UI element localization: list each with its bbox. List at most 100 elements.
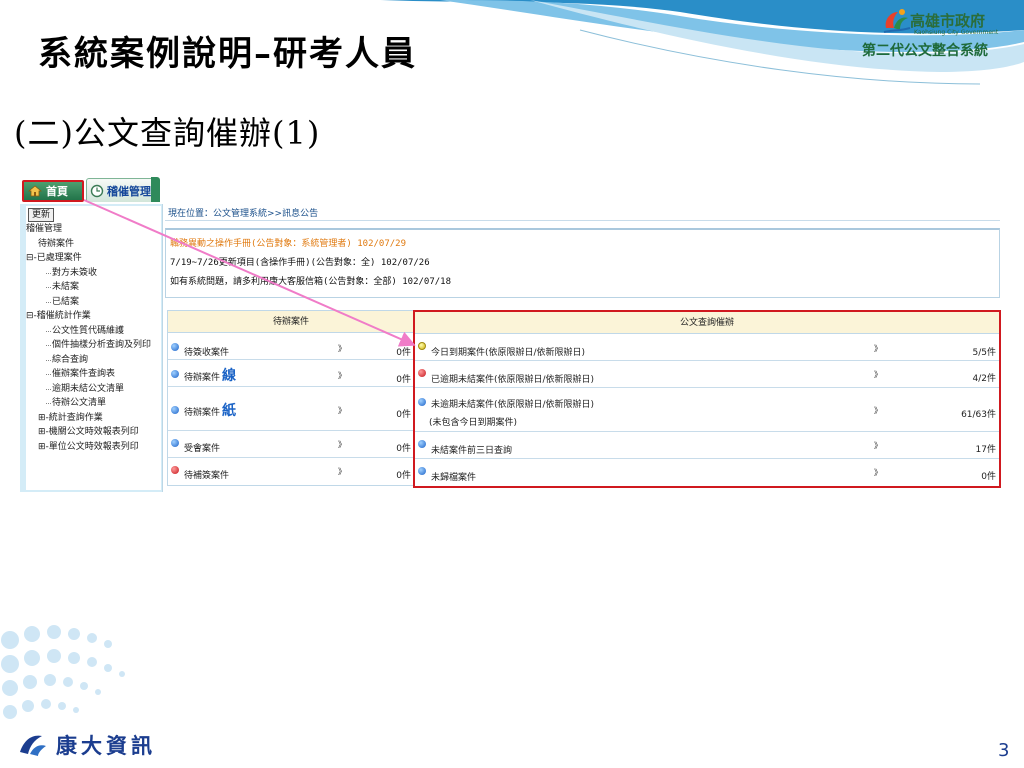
pending-row-arrow[interactable]: 》 (338, 343, 346, 354)
status-dot-icon (418, 369, 426, 377)
pending-row[interactable]: 待簽收案件 》 0件 (168, 333, 414, 360)
slide-subtitle: (二)公文查詢催辦(1) (14, 114, 321, 152)
home-icon (28, 185, 42, 197)
breadcrumb: 現在位置：公文管理系統>>訊息公告 (168, 209, 319, 219)
pending-row-count: 0件 (396, 471, 411, 481)
kaohsiung-emblem-icon (883, 9, 911, 33)
tab-dispatch-management[interactable]: 稽催管理 (86, 178, 160, 202)
urge-row-note: (未包含今日到期案件) (429, 418, 518, 428)
announcement-item[interactable]: 7/19~7/26更新項目(含操作手冊)(公告對象：全) 102/07/26 (170, 255, 430, 268)
urge-row-count: 61/63件 (961, 410, 996, 420)
page-number: 3 (998, 740, 1010, 761)
pending-row-label-text: 待辦案件 (184, 373, 221, 383)
tab-home[interactable]: 首頁 (22, 180, 84, 202)
urge-row[interactable]: 已逾期未結案件(依原限辦日/依新限辦日) 》 4/2件 (415, 361, 999, 388)
sidebar-item-urge-query[interactable]: 催辦案件查詢表 (26, 367, 161, 382)
pending-row[interactable]: 待補簽案件 》 0件 (168, 458, 414, 485)
pending-row-count: 0件 (396, 410, 411, 420)
urge-row-arrow[interactable]: 》 (874, 405, 882, 416)
sidebar-item-pending-list[interactable]: 待辦公文清單 (26, 396, 161, 411)
government-name: 高雄市政府 (910, 12, 986, 30)
sidebar-item-processed-cases[interactable]: ⊟-已處理案件 (26, 251, 161, 266)
urge-row[interactable]: 未逾期未結案件(依原限辦日/依新限辦日) (未包含今日到期案件) 》 61/63… (415, 388, 999, 432)
urge-row-arrow[interactable]: 》 (874, 343, 882, 354)
announcement-item[interactable]: 職務異動之操作手冊(公告對象：系統管理者) 102/07/29 (170, 236, 406, 249)
pending-row[interactable]: 待辦案件線 》 0件 (168, 360, 414, 387)
pending-row-count: 0件 (396, 375, 411, 385)
announcement-item[interactable]: 如有系統問題，請多利用康大客服信箱(公告對象：全部) 102/07/18 (170, 274, 451, 287)
pending-row-arrow[interactable]: 》 (338, 370, 346, 381)
sidebar-item-general-query[interactable]: 綜合查詢 (26, 353, 161, 368)
urge-row-count: 0件 (981, 472, 996, 482)
breadcrumb-divider (165, 220, 1000, 221)
tab-edge (151, 177, 160, 202)
company-emblem-icon (20, 735, 46, 756)
pending-row[interactable]: 待辦案件紙 》 0件 (168, 387, 414, 431)
sidebar-item-closed[interactable]: 已結案 (26, 295, 161, 310)
status-dot-icon (418, 440, 426, 448)
pending-row-type: 線 (222, 368, 237, 384)
pending-row-arrow[interactable]: 》 (338, 466, 346, 477)
sidebar-item-agency-report[interactable]: ⊞-機關公文時效報表列印 (26, 425, 161, 440)
pending-row-count: 0件 (396, 348, 411, 358)
pending-row-label: 待簽收案件 (184, 348, 230, 358)
company-name: 康大資訊 (56, 734, 156, 758)
sidebar-item-pending-cases[interactable]: 待辦案件 (26, 237, 161, 252)
urge-row-count: 4/2件 (972, 374, 997, 384)
pending-cases-header: 待辦案件 (168, 311, 414, 333)
sidebar-item-not-signed[interactable]: 對方未簽收 (26, 266, 161, 281)
pending-row-label: 待辦案件線 (184, 365, 236, 385)
sidebar-item-statistics[interactable]: ⊟-稽催統計作業 (26, 309, 161, 324)
company-logo: 康大資訊 (18, 730, 156, 760)
pending-row-type: 紙 (222, 403, 237, 419)
pending-row-label: 待補簽案件 (184, 471, 230, 481)
main-content: 現在位置：公文管理系統>>訊息公告 職務異動之操作手冊(公告對象：系統管理者) … (165, 202, 1004, 494)
sidebar-tree: 稽催管理 待辦案件 ⊟-已處理案件 對方未簽收 未結案 已結案 ⊟-稽催統計作業… (26, 222, 161, 454)
status-dot-icon (171, 343, 179, 351)
sidebar-item-doc-type-codes[interactable]: 公文性質代碼維護 (26, 324, 161, 339)
urge-row-arrow[interactable]: 》 (874, 440, 882, 451)
status-dot-icon (418, 467, 426, 475)
status-dot-icon (171, 370, 179, 378)
sidebar-item-dispatch-management[interactable]: 稽催管理 (26, 222, 161, 237)
status-dot-icon (171, 406, 179, 414)
sidebar-item-unit-report[interactable]: ⊞-單位公文時效報表列印 (26, 440, 161, 455)
tab-home-label: 首頁 (46, 185, 68, 198)
pending-row[interactable]: 受會案件 》 0件 (168, 431, 414, 458)
status-dot-icon (418, 342, 426, 350)
urge-row[interactable]: 今日到期案件(依原限辦日/依新限辦日) 》 5/5件 (415, 334, 999, 361)
urge-row-label: 未歸檔案件 (431, 473, 477, 483)
urge-row-arrow[interactable]: 》 (874, 467, 882, 478)
urge-row[interactable]: 未歸檔案件 》 0件 (415, 459, 999, 486)
announcement-box: 職務異動之操作手冊(公告對象：系統管理者) 102/07/29 7/19~7/2… (165, 228, 1000, 298)
pending-row-arrow[interactable]: 》 (338, 439, 346, 450)
urge-row-arrow[interactable]: 》 (874, 369, 882, 380)
sidebar-item-sampling-analysis[interactable]: 個件抽樣分析查詢及列印 (26, 338, 161, 353)
urge-row-label: 已逾期未結案件(依原限辦日/依新限辦日) (431, 375, 595, 385)
pending-row-label: 待辦案件紙 (184, 400, 236, 420)
sidebar-item-overdue-list[interactable]: 逾期未結公文清單 (26, 382, 161, 397)
urge-row-count: 5/5件 (972, 348, 997, 358)
refresh-button[interactable]: 更新 (28, 208, 55, 222)
document-urge-header: 公文查詢催辦 (415, 312, 999, 334)
urge-row-label: 未結案件前三日查詢 (431, 446, 513, 456)
sidebar: 更新 稽催管理 待辦案件 ⊟-已處理案件 對方未簽收 未結案 已結案 ⊟-稽催統… (20, 204, 163, 492)
sidebar-item-stat-query[interactable]: ⊞-統計查詢作業 (26, 411, 161, 426)
sidebar-item-unclosed[interactable]: 未結案 (26, 280, 161, 295)
sidebar-panel: 更新 稽催管理 待辦案件 ⊟-已處理案件 對方未簽收 未結案 已結案 ⊟-稽催統… (26, 206, 161, 490)
slide-title: 系統案例說明–研考人員 (38, 34, 417, 74)
pending-row-arrow[interactable]: 》 (338, 405, 346, 416)
government-name-en: Kaohsiung City Government (914, 29, 999, 36)
status-dot-icon (418, 398, 426, 406)
system-name: 第二代公文整合系統 (862, 43, 988, 59)
pending-cases-panel: 待辦案件 待簽收案件 》 0件 待辦案件線 》 0件 待辦案件紙 》 0件 受會… (167, 310, 415, 486)
urge-row[interactable]: 未結案件前三日查詢 》 17件 (415, 432, 999, 459)
app-screenshot: 首頁 稽催管理 更新 稽催管理 待辦案件 ⊟-已處理案件 對方未簽收 未結案 已… (20, 176, 1004, 494)
clock-icon (90, 184, 104, 197)
tab-strip: 首頁 稽催管理 (20, 176, 164, 204)
status-dot-icon (171, 466, 179, 474)
pending-row-label-text: 待辦案件 (184, 408, 221, 418)
urge-row-label: 今日到期案件(依原限辦日/依新限辦日) (431, 348, 586, 358)
pending-row-label: 受會案件 (184, 444, 221, 454)
document-urge-panel: 公文查詢催辦 今日到期案件(依原限辦日/依新限辦日) 》 5/5件 已逾期未結案… (413, 310, 1001, 488)
